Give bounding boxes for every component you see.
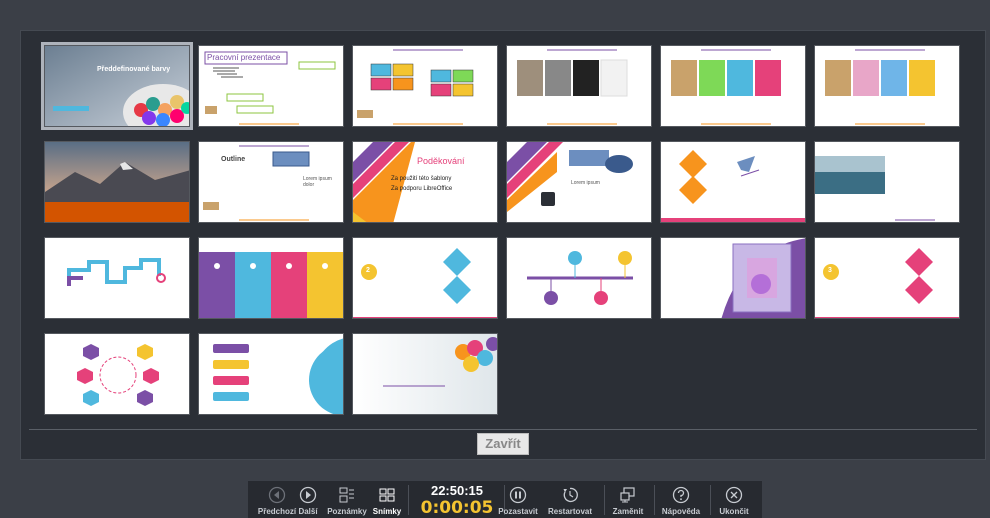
slide-2-title: Pracovní prezentace [207, 53, 281, 62]
slide-thumbnail-9[interactable]: Poděkování Za použití této šablony Za po… [352, 141, 498, 223]
slide-11-image [661, 150, 805, 222]
slide-thumbnail-14[interactable] [198, 237, 344, 319]
slides-button[interactable]: Snímky [372, 481, 402, 518]
slide-19-image [77, 344, 159, 406]
exit-button[interactable]: Ukončit [714, 481, 754, 518]
slide-thumbnail-4[interactable] [506, 45, 652, 127]
swap-label: Zaměnit [612, 507, 644, 516]
elapsed-time: 0:00:05 [420, 498, 494, 518]
slide-thumbnail-5[interactable] [660, 45, 806, 127]
restart-icon [563, 487, 578, 503]
slide-thumbnail-20[interactable] [198, 333, 344, 415]
slide-thumbnail-17[interactable] [660, 237, 806, 319]
slide-sorter-panel: Předdefinované barvy Pracovní prezentace [20, 30, 986, 460]
slide-9-image [353, 142, 415, 222]
slide-9-bullet-2: Za podporu LibreOffice [391, 186, 453, 192]
previous-button[interactable]: Předchozí [256, 481, 298, 518]
slide-thumbnail-11[interactable] [660, 141, 806, 223]
notes-button[interactable]: Poznámky [324, 481, 370, 518]
exit-label: Ukončit [719, 507, 749, 516]
slide-8-outline: Outline [221, 156, 246, 163]
previous-label: Předchozí [257, 507, 297, 516]
slide-6-image [825, 49, 935, 125]
slide-thumbnail-6[interactable] [814, 45, 960, 127]
slide-18-number: 3 [828, 267, 832, 274]
slides-label: Snímky [372, 507, 402, 516]
slide-thumbnail-16[interactable] [506, 237, 652, 319]
slide-thumbnail-1[interactable]: Předdefinované barvy [41, 42, 193, 130]
slide-1-title: Předdefinované barvy [97, 66, 171, 73]
restart-button[interactable]: Restartovat [544, 481, 596, 518]
toolbar-divider [408, 485, 409, 515]
slide-thumbnail-8[interactable]: Outline Lorem ipsum dolor [198, 141, 344, 223]
presenter-toolbar: Předchozí Další Poznámky Snímky 22:50:15… [248, 480, 762, 518]
pause-icon [509, 486, 527, 504]
panel-separator [29, 429, 977, 430]
next-button[interactable]: Další [294, 481, 322, 518]
next-icon [299, 486, 317, 504]
next-label: Další [298, 507, 318, 516]
notes-label: Poznámky [327, 507, 367, 516]
slide-thumbnail-2[interactable]: Pracovní prezentace [198, 45, 344, 127]
slide-20-image [213, 338, 343, 414]
help-button[interactable]: Nápověda [656, 481, 706, 518]
help-label: Nápověda [661, 507, 701, 516]
current-time: 22:50:15 [430, 483, 484, 498]
slide-15-image [353, 248, 497, 318]
slide-thumbnail-15[interactable]: 2 [352, 237, 498, 319]
pause-label: Pozastavit [498, 507, 538, 516]
slide-thumbnail-12[interactable] [814, 141, 960, 223]
help-icon [672, 486, 690, 504]
slide-thumbnail-3[interactable] [352, 45, 498, 127]
slide-9-bullet-1: Za použití této šablony [391, 176, 452, 182]
slide-16-image [527, 251, 633, 305]
toolbar-divider [604, 485, 605, 515]
swap-displays-icon [620, 487, 635, 503]
swap-button[interactable]: Zaměnit [606, 481, 650, 518]
slide-5-image [671, 49, 781, 125]
slide-thumbnail-7[interactable] [44, 141, 190, 223]
close-icon [725, 486, 743, 504]
slide-7-image [45, 142, 189, 222]
slide-thumbnail-19[interactable] [44, 333, 190, 415]
toolbar-divider [654, 485, 655, 515]
pause-button[interactable]: Pozastavit [494, 481, 542, 518]
slide-8-label: Lorem ipsum dolor [303, 176, 332, 188]
slide-14-image [199, 252, 343, 318]
slide-thumbnail-13[interactable] [44, 237, 190, 319]
notes-icon [339, 487, 354, 503]
toolbar-divider [710, 485, 711, 515]
slide-4-image [517, 49, 628, 125]
slide-1-image [45, 46, 189, 126]
slides-icon [379, 488, 395, 502]
slide-thumbnail-10[interactable]: Lorem ipsum [506, 141, 652, 223]
slide-thumbnail-21[interactable] [352, 333, 498, 415]
slide-18-image [815, 248, 959, 318]
slide-9-title: Poděkování [417, 156, 465, 166]
slide-15-number: 2 [366, 267, 370, 274]
previous-icon [268, 486, 286, 504]
slide-17-image [721, 238, 805, 318]
slide-13-image [67, 258, 166, 286]
close-button[interactable]: Zavřít [477, 433, 529, 455]
slide-21-image [353, 334, 497, 414]
slide-10-label: Lorem ipsum [571, 180, 600, 186]
slide-thumbnail-18[interactable]: 3 [814, 237, 960, 319]
restart-label: Restartovat [547, 507, 592, 516]
clock: 22:50:15 0:00:05 [412, 483, 502, 518]
slide-3-image [357, 49, 474, 125]
slide-12-image [815, 156, 935, 221]
